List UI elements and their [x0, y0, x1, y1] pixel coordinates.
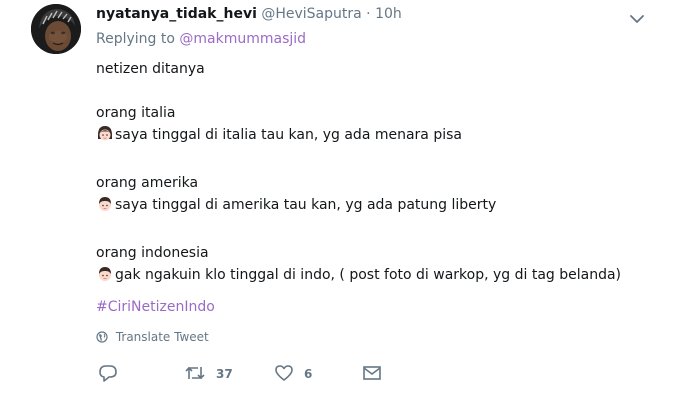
translate-tweet-label: Translate Tweet — [115, 330, 209, 344]
direct-message-button[interactable] — [362, 363, 382, 385]
reply-button[interactable] — [98, 363, 118, 385]
tweet-line: gak ngakuin klo tinggal di indo, ( post … — [115, 267, 622, 283]
hashtag-link[interactable]: #CiriNetizenIndo — [96, 299, 215, 315]
tweet-line: orang amerika — [96, 175, 199, 191]
tweet-line: saya tinggal di italia tau kan, yg ada m… — [115, 127, 462, 143]
like-button[interactable]: 6 — [274, 363, 312, 385]
user-handle[interactable]: @HeviSaputra — [261, 6, 361, 22]
tweet-actions: 37 6 — [96, 363, 396, 385]
like-count: 6 — [304, 367, 313, 381]
retweet-icon — [184, 364, 206, 385]
tweet-line: netizen ditanya — [96, 61, 205, 77]
boy-emoji — [96, 265, 114, 290]
tweet-timestamp[interactable]: 10h — [375, 6, 402, 22]
display-name[interactable]: nyatanya_tidak_hevi — [96, 6, 257, 22]
separator-dot: · — [366, 6, 371, 22]
heart-icon — [274, 364, 294, 385]
tweet-header: nyatanya_tidak_hevi @HeviSaputra · 10h — [96, 4, 402, 24]
replying-to: Replying to @makmummasjid — [96, 31, 306, 47]
chevron-down-icon[interactable] — [629, 10, 645, 23]
avatar[interactable] — [31, 4, 81, 54]
retweet-count: 37 — [216, 367, 233, 381]
globe-icon — [96, 330, 116, 344]
girl-emoji — [96, 125, 114, 150]
retweet-button[interactable]: 37 — [184, 363, 233, 385]
tweet-line-with-emoji: gak ngakuin klo tinggal di indo, ( post … — [96, 264, 656, 290]
tweet-line: orang indonesia — [96, 245, 209, 261]
tweet-line-with-emoji: saya tinggal di amerika tau kan, yg ada … — [96, 194, 656, 220]
boy-emoji — [96, 195, 114, 220]
translate-tweet-link[interactable]: Translate Tweet — [96, 330, 209, 344]
tweet-line: saya tinggal di amerika tau kan, yg ada … — [115, 197, 497, 213]
replying-to-label: Replying to — [96, 31, 175, 47]
tweet-line-with-emoji: saya tinggal di italia tau kan, yg ada m… — [96, 124, 656, 150]
replying-to-mention[interactable]: @makmummasjid — [179, 31, 306, 47]
tweet-text: netizen ditanya orang italia saya tingga… — [96, 58, 656, 290]
reply-icon — [98, 364, 118, 385]
tweet-line: orang italia — [96, 105, 176, 121]
envelope-icon — [362, 364, 382, 385]
